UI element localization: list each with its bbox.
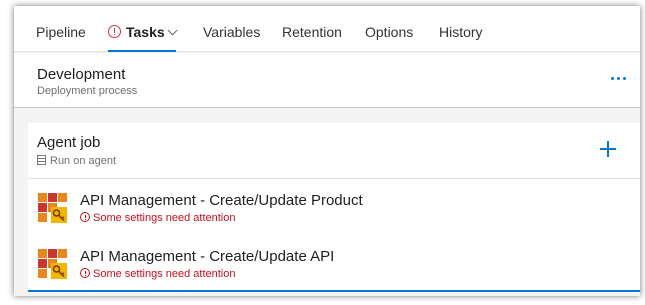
warning-circle-icon — [80, 212, 90, 222]
chevron-down-icon[interactable] — [167, 25, 178, 36]
warning-circle-icon — [108, 25, 121, 38]
api-management-icon — [38, 193, 67, 223]
more-ellipsis-icon[interactable] — [609, 73, 629, 85]
api-management-icon — [38, 249, 67, 279]
agent-job-subtitle-text: Run on agent — [50, 155, 117, 167]
agent-job-panel: Agent job Run on agent API Management - … — [28, 123, 640, 293]
task-name: API Management - Create/Update API — [80, 248, 335, 265]
tab-retention-label: Retention — [282, 24, 342, 40]
add-task-button[interactable] — [599, 140, 617, 158]
tab-history[interactable]: History — [439, 6, 483, 52]
tab-variables-label: Variables — [203, 24, 261, 40]
task-item[interactable]: API Management - Create/Update Product S… — [28, 180, 640, 236]
server-icon — [37, 155, 46, 165]
agent-job-header[interactable]: Agent job Run on agent — [28, 123, 640, 179]
tab-tasks-label: Tasks — [126, 24, 165, 40]
task-warning-text: Some settings need attention — [93, 268, 236, 280]
release-pipeline-editor: Pipeline Tasks Variables Retention Optio… — [14, 6, 640, 296]
task-item[interactable]: API Management - Create/Update API Some … — [28, 236, 640, 292]
tab-pipeline[interactable]: Pipeline — [36, 6, 86, 52]
tab-history-label: History — [439, 24, 483, 40]
tab-options[interactable]: Options — [365, 6, 413, 52]
agent-job-title: Agent job — [37, 134, 101, 151]
stage-header[interactable]: Development Deployment process — [14, 53, 640, 108]
stage-name: Development — [37, 66, 126, 83]
task-warning-text: Some settings need attention — [93, 212, 236, 224]
warning-circle-icon — [80, 268, 90, 278]
tab-options-label: Options — [365, 24, 414, 40]
tab-bar: Pipeline Tasks Variables Retention Optio… — [14, 6, 640, 52]
tab-tasks[interactable]: Tasks — [108, 6, 178, 52]
tab-retention[interactable]: Retention — [282, 6, 342, 52]
tab-variables[interactable]: Variables — [203, 6, 260, 52]
tab-pipeline-label: Pipeline — [36, 24, 86, 40]
task-warning: Some settings need attention — [80, 267, 235, 280]
task-name: API Management - Create/Update Product — [80, 192, 363, 209]
stage-subtitle: Deployment process — [37, 85, 138, 97]
agent-job-subtitle: Run on agent — [37, 154, 116, 168]
task-warning: Some settings need attention — [80, 211, 235, 224]
